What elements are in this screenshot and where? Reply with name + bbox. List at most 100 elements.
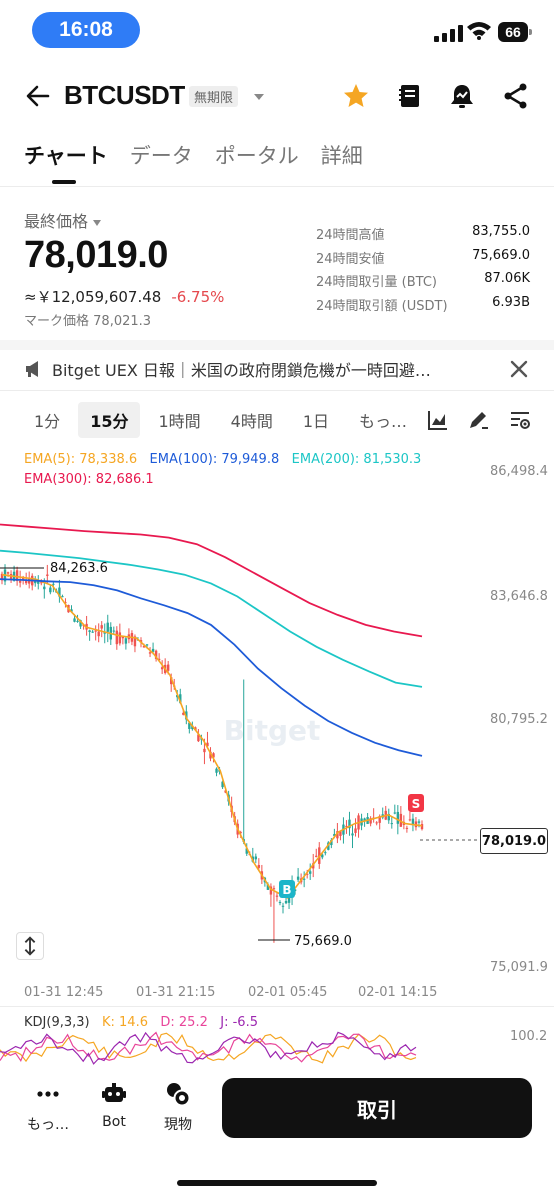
symbol-dropdown-icon[interactable] <box>254 94 264 100</box>
drawing-pen-icon[interactable] <box>466 408 490 432</box>
interval-15m[interactable]: 15分 <box>78 402 141 438</box>
candle-body <box>275 895 279 897</box>
tab-data[interactable]: データ <box>130 140 193 170</box>
candle-body <box>94 630 97 632</box>
candle-body <box>417 821 421 823</box>
mark-price: 78,021.3 <box>93 314 152 329</box>
indicator-settings-icon[interactable] <box>508 408 532 432</box>
price-chart[interactable]: Bitget 84,263.6 75,669.0 B S <box>0 450 554 1010</box>
interval-1d[interactable]: 1日 <box>291 402 341 438</box>
high-annotation-label: 84,263.6 <box>50 561 108 576</box>
candle-body <box>420 824 424 830</box>
candle-body <box>296 876 300 880</box>
candle-body <box>37 581 40 584</box>
x-tick-label: 01-31 12:45 <box>24 985 104 1000</box>
candle-body <box>166 664 170 671</box>
stat-24h-turnover: 24時間取引額 (USDT) 6.93B <box>316 295 530 319</box>
book-icon[interactable] <box>396 82 424 110</box>
candle-body <box>351 833 354 836</box>
vertical-scale-icon[interactable] <box>16 932 44 960</box>
candle-body <box>76 620 79 622</box>
x-tick-label: 02-01 14:15 <box>358 985 438 1000</box>
mark-price-row: マーク価格 78,021.3 <box>24 310 151 329</box>
kdj-legend: KDJ(9,3,3) K: 14.6 D: 25.2 J: -6.5 <box>24 1015 258 1030</box>
stat-value: 75,669.0 <box>472 247 530 263</box>
last-price: 78,019.0 <box>24 234 168 276</box>
candles-group <box>0 564 424 943</box>
tab-chart[interactable]: チャート <box>24 140 108 184</box>
candle-body <box>118 632 122 644</box>
kdj-divider <box>0 1006 554 1007</box>
stat-value: 83,755.0 <box>472 224 530 239</box>
candle-body <box>160 667 164 670</box>
news-text[interactable]: Bitget UEX 日報｜米国の政府閉鎖危機が一時回避… <box>52 357 482 381</box>
kdj-j: J: -6.5 <box>220 1015 258 1030</box>
ema300-line <box>0 523 423 638</box>
back-arrow-icon[interactable] <box>24 82 52 110</box>
candle-body <box>408 819 412 821</box>
symbol-title[interactable]: BTCUSDT <box>64 80 185 111</box>
last-price-label-text: 最終価格 <box>24 212 89 231</box>
main-tabs: チャート データ ポータル 詳細 <box>24 140 363 184</box>
candle-body <box>73 618 76 622</box>
chart-type-icon[interactable] <box>426 408 450 432</box>
candle-body <box>100 625 103 629</box>
kdj-d: D: 25.2 <box>160 1015 208 1030</box>
stat-24h-high: 24時間高値 83,755.0 <box>316 224 530 248</box>
stat-24h-volume: 24時間取引量 (BTC) 87.06K <box>316 271 530 295</box>
trade-button[interactable]: 取引 <box>222 1078 532 1138</box>
spot-button-label: 現物 <box>164 1117 192 1133</box>
bot-button[interactable]: Bot <box>84 1080 144 1130</box>
price-change-percent: -6.75% <box>171 288 225 306</box>
buy-marker[interactable]: B <box>279 880 295 898</box>
share-icon[interactable] <box>502 82 530 110</box>
coins-icon <box>167 1083 191 1107</box>
candle-body <box>272 888 276 890</box>
y-tick-label: 80,795.2 <box>490 712 548 727</box>
y-tick-label: 83,646.8 <box>490 589 548 604</box>
star-icon[interactable] <box>342 82 370 110</box>
stats-panel: 24時間高値 83,755.0 24時間安値 75,669.0 24時間取引量 (B… <box>316 224 530 318</box>
stat-label: 24時間取引額 (USDT) <box>316 298 448 314</box>
candle-body <box>52 583 55 585</box>
low-annotation: 75,669.0 <box>258 934 352 949</box>
candle-body <box>393 812 397 814</box>
price-alert-bell-icon[interactable] <box>448 82 476 110</box>
close-icon[interactable] <box>508 358 530 380</box>
candle-body <box>281 905 285 907</box>
mark-price-label: マーク価格 <box>24 314 90 329</box>
candle-body <box>215 768 218 773</box>
last-price-label[interactable]: 最終価格 <box>24 208 102 232</box>
kdj-k: K: 14.6 <box>102 1015 148 1030</box>
candle-body <box>315 855 318 857</box>
more-button[interactable]: もっ… <box>18 1080 78 1134</box>
interval-4h[interactable]: 4時間 <box>219 402 285 438</box>
watermark-text: Bitget <box>224 714 321 747</box>
candle-body <box>61 596 64 598</box>
tab-details[interactable]: 詳細 <box>321 140 363 170</box>
candle-body <box>390 823 393 825</box>
tab-portal[interactable]: ポータル <box>215 140 299 170</box>
low-annotation-label: 75,669.0 <box>294 934 352 949</box>
spot-button[interactable]: 現物 <box>148 1080 208 1134</box>
candle-body <box>97 631 100 637</box>
candle-body <box>396 811 400 824</box>
buy-marker-label: B <box>282 883 291 897</box>
candle-body <box>6 572 10 574</box>
candle-body <box>375 822 378 824</box>
contract-type-badge: 無期限 <box>189 86 239 107</box>
kdj-j-line <box>0 1031 417 1065</box>
candle-body <box>405 827 409 829</box>
candle-body <box>88 630 91 632</box>
x-tick-label: 01-31 21:15 <box>136 985 216 1000</box>
interval-selector: 1分 15分 1時間 4時間 1日 もっ… <box>22 402 425 438</box>
sell-marker[interactable]: S <box>408 794 424 812</box>
interval-1h[interactable]: 1時間 <box>146 402 212 438</box>
interval-more[interactable]: もっ… <box>347 402 419 438</box>
wifi-icon <box>467 22 491 40</box>
interval-1m[interactable]: 1分 <box>22 402 72 438</box>
candle-body <box>324 852 327 854</box>
ema-lines-group <box>0 523 423 899</box>
candle-body <box>115 630 119 645</box>
news-ticker[interactable]: Bitget UEX 日報｜米国の政府閉鎖危機が一時回避… <box>24 356 530 382</box>
